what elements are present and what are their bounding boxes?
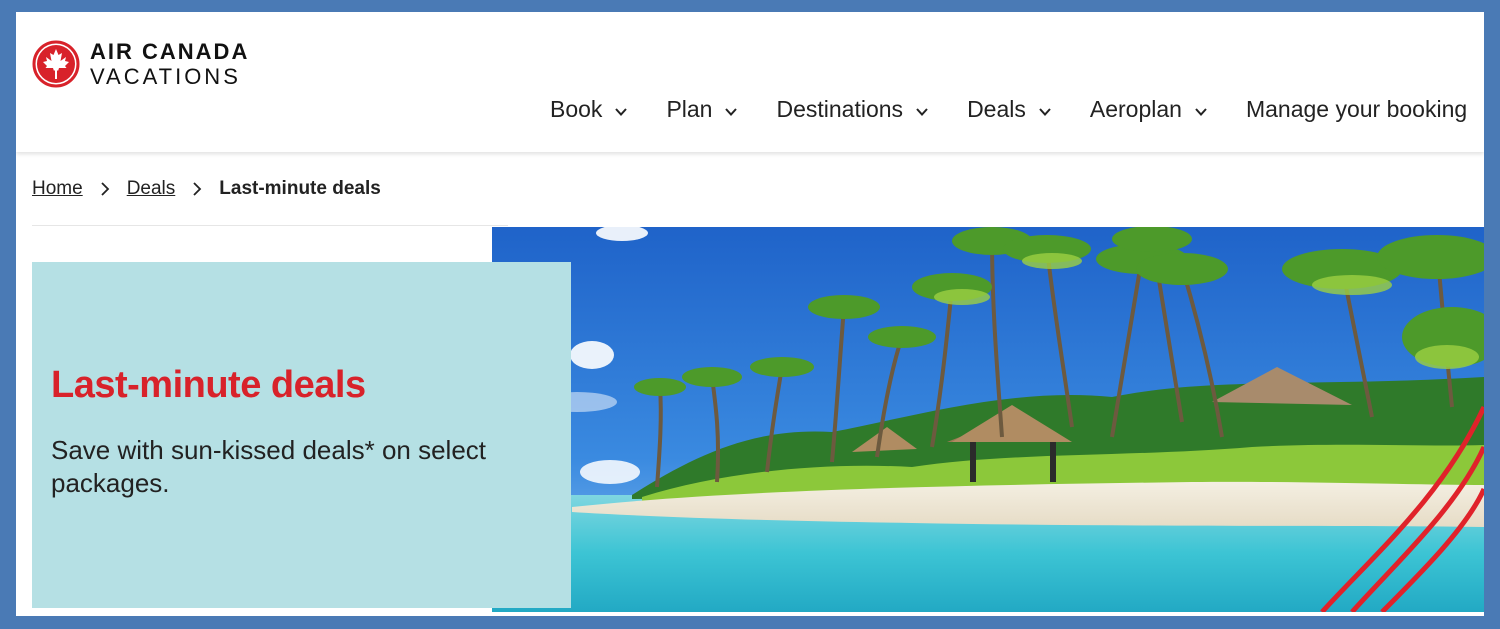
nav-item-label: Destinations (776, 96, 904, 122)
nav-item-aeroplan[interactable]: Aeroplan (1090, 96, 1208, 123)
maple-leaf-roundel-icon (32, 40, 80, 88)
hero-subtitle: Save with sun-kissed deals* on select pa… (51, 435, 487, 498)
brand-wordmark: AIR CANADA VACATIONS (90, 38, 250, 89)
chevron-down-icon (615, 107, 628, 116)
hero-card: Last-minute deals Save with sun-kissed d… (32, 262, 571, 608)
brand-line1: AIR CANADA (90, 38, 250, 64)
tropical-beach-palm-trees-image (492, 227, 1484, 612)
chevron-right-icon (193, 182, 202, 196)
nav-item-label: Manage your booking (1245, 96, 1468, 122)
nav-item-destinations[interactable]: Destinations (776, 96, 929, 123)
chevron-down-icon (1039, 107, 1051, 116)
breadcrumb-current: Last-minute deals (219, 178, 381, 199)
breadcrumb-deals-link[interactable]: Deals (127, 178, 176, 200)
breadcrumb-home-link[interactable]: Home (32, 178, 83, 200)
chevron-down-icon (1195, 107, 1207, 116)
nav-item-label: Deals (967, 96, 1026, 122)
nav-item-manage-booking[interactable]: Manage your booking (1246, 96, 1467, 123)
main-nav: Book Plan Destinations Deals Aeroplan Ma… (550, 96, 1467, 123)
chevron-down-icon (916, 107, 928, 116)
hero-title: Last-minute deals (51, 364, 366, 406)
brand-line2: VACATIONS (90, 63, 241, 89)
nav-item-label: Aeroplan (1089, 96, 1182, 122)
browser-viewport: AIR CANADA VACATIONS Book Plan Destinati… (16, 12, 1484, 616)
nav-item-label: Book (550, 96, 603, 122)
nav-item-book[interactable]: Book (550, 96, 628, 123)
nav-item-deals[interactable]: Deals (967, 96, 1052, 123)
nav-item-label: Plan (666, 96, 713, 122)
chevron-down-icon (725, 107, 738, 116)
site-header: AIR CANADA VACATIONS Book Plan Destinati… (16, 12, 1484, 152)
nav-item-plan[interactable]: Plan (666, 96, 738, 123)
chevron-right-icon (101, 182, 109, 196)
breadcrumb: Home Deals Last-minute deals (32, 178, 381, 200)
section-divider (32, 225, 508, 226)
brand-logo[interactable]: AIR CANADA VACATIONS (32, 40, 249, 88)
